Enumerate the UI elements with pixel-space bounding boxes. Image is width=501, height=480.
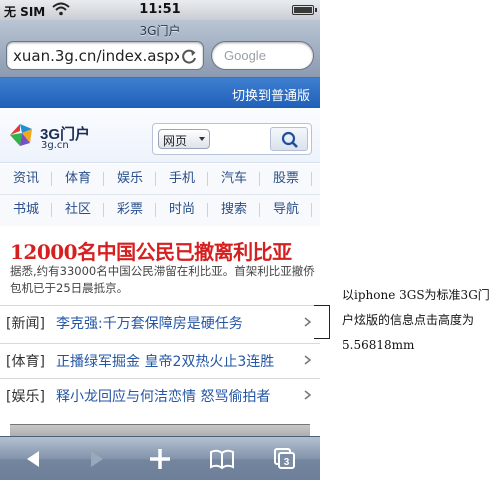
reload-icon[interactable] bbox=[180, 47, 198, 65]
add-bookmark-icon[interactable] bbox=[147, 447, 173, 471]
nav-item[interactable]: 搜索 bbox=[208, 195, 260, 225]
url-text: xuan.3g.cn/index.aspx… bbox=[13, 47, 179, 65]
news-category: [娱乐] bbox=[6, 389, 45, 405]
nav-item[interactable]: 手机 bbox=[156, 164, 208, 194]
switch-version-bar: 切换到普通版 bbox=[0, 78, 320, 108]
chevron-right-icon bbox=[304, 317, 312, 327]
nav-item[interactable]: 股票 bbox=[260, 164, 312, 194]
nav-row: 书城 社区 彩票 时尚 搜索 导航 bbox=[0, 195, 320, 225]
nav-row: 资讯 体育 娱乐 手机 汽车 股票 bbox=[0, 164, 320, 195]
address-bar[interactable]: xuan.3g.cn/index.aspx… bbox=[6, 41, 204, 70]
clock: 11:51 bbox=[139, 2, 181, 17]
nav-item[interactable]: 社区 bbox=[52, 195, 104, 225]
screenshot-canvas: 无 SIM 11:51 3G门户 xuan.3g.cn/index.aspx… … bbox=[0, 0, 501, 480]
status-bar: 无 SIM 11:51 bbox=[0, 0, 320, 20]
site-logo[interactable]: 3G门户 3g.cn bbox=[8, 121, 98, 151]
site-search: 网页 bbox=[152, 123, 312, 155]
logo-mark-icon bbox=[10, 124, 32, 146]
nav-item[interactable]: 汽车 bbox=[208, 164, 260, 194]
page-title: 3G门户 bbox=[139, 24, 181, 38]
logo-domain: 3g.cn bbox=[41, 140, 69, 151]
chevron-right-icon bbox=[304, 390, 312, 400]
news-title[interactable]: 释小龙回应与何洁恋情 怒骂偷拍者 bbox=[56, 386, 304, 406]
news-item[interactable]: [体育] 正播绿军掘金 皇帝2双热火止3连胜 bbox=[0, 343, 320, 375]
browser-toolbar: 3G门户 xuan.3g.cn/index.aspx… Google bbox=[0, 20, 320, 78]
chevron-down-icon bbox=[199, 137, 205, 141]
nav-item[interactable]: 导航 bbox=[260, 195, 312, 225]
nav-item[interactable]: 资讯 bbox=[0, 164, 52, 194]
browser-bottom-toolbar: 3 bbox=[0, 436, 320, 480]
news-title[interactable]: 李克强:千万套保障房是硬任务 bbox=[56, 313, 304, 333]
callout-bracket bbox=[314, 305, 330, 339]
news-item[interactable]: [新闻] 李克强:千万套保障房是硬任务 bbox=[0, 305, 320, 337]
chevron-right-icon bbox=[304, 355, 312, 365]
channel-nav: 资讯 体育 娱乐 手机 汽车 股票 书城 社区 彩票 时尚 搜索 导航 bbox=[0, 164, 320, 226]
headline-link[interactable]: 12000名中国公民已撤离利比亚 bbox=[10, 236, 315, 265]
nav-item[interactable]: 时尚 bbox=[156, 195, 208, 225]
nav-item[interactable]: 体育 bbox=[52, 164, 104, 194]
search-icon bbox=[281, 131, 298, 148]
site-header: 3G门户 3g.cn 网页 bbox=[0, 108, 320, 163]
back-icon[interactable] bbox=[20, 447, 46, 471]
search-scope-label: 网页 bbox=[163, 134, 188, 148]
news-category: [体育] bbox=[6, 354, 45, 370]
iphone-screen: 无 SIM 11:51 3G门户 xuan.3g.cn/index.aspx… … bbox=[0, 0, 320, 480]
pages-count: 3 bbox=[284, 457, 290, 468]
forward-icon[interactable] bbox=[84, 447, 110, 471]
nav-item[interactable]: 娱乐 bbox=[104, 164, 156, 194]
battery-icon bbox=[292, 5, 317, 15]
bookmarks-icon[interactable] bbox=[209, 447, 235, 471]
news-item[interactable]: [娱乐] 释小龙回应与何洁恋情 怒骂偷拍者 bbox=[0, 378, 320, 410]
annotation-note: 以iphone 3GS为标准3G门户炫版的信息点击高度为5.56818mm bbox=[342, 288, 490, 352]
news-title[interactable]: 正播绿军掘金 皇帝2双热火止3连胜 bbox=[56, 351, 304, 371]
search-button[interactable] bbox=[270, 127, 308, 151]
switch-to-standard-link[interactable]: 切换到普通版 bbox=[232, 85, 310, 104]
pages-icon[interactable]: 3 bbox=[272, 447, 298, 471]
nav-item[interactable]: 书城 bbox=[0, 195, 52, 225]
news-category: [新闻] bbox=[6, 316, 45, 332]
browser-search-input[interactable]: Google bbox=[211, 41, 314, 70]
headline-summary: 据悉,约有33000名中国公民滞留在利比亚。首架利比亚撤侨包机已于25日晨抵京。 bbox=[10, 264, 315, 295]
search-scope-select[interactable]: 网页 bbox=[158, 129, 210, 149]
nav-item[interactable]: 彩票 bbox=[104, 195, 156, 225]
